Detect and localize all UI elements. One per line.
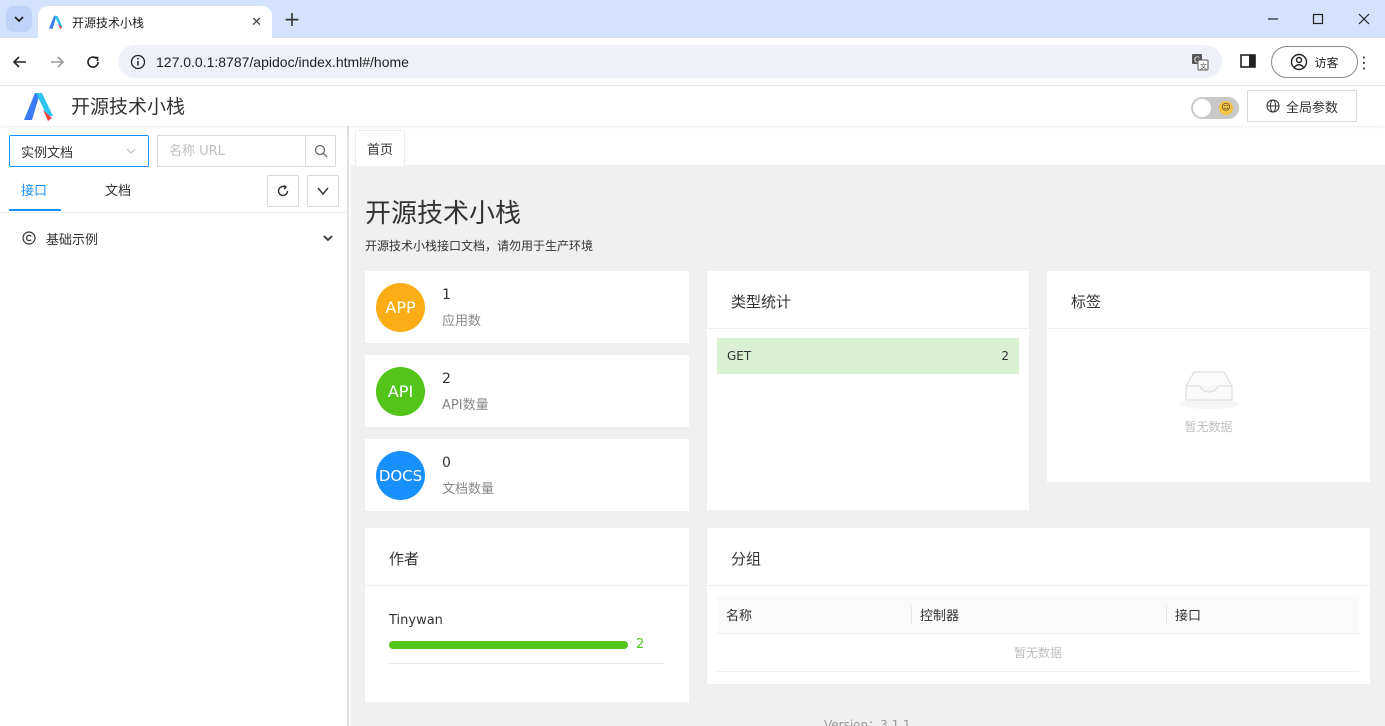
browser-tab-strip: 开源技术小栈 ✕ + — [0, 0, 1385, 38]
tab-divider — [0, 212, 347, 213]
stat-label: 应用数 — [442, 314, 482, 329]
search-input[interactable] — [158, 136, 305, 166]
chevron-down-icon — [14, 16, 24, 23]
author-count: 2 — [636, 637, 645, 652]
page-title: 开源技术小栈 — [365, 199, 522, 229]
url-text[interactable]: 127.0.0.1:8787/apidoc/index.html#/home — [156, 54, 1180, 70]
stat-label: 文档数量 — [442, 482, 495, 497]
doc-select[interactable]: 实例文档 — [9, 135, 149, 167]
tab-docs[interactable]: 文档 — [105, 180, 131, 199]
author-name: Tinywan — [389, 613, 443, 628]
column-header: 名称 — [726, 609, 753, 624]
stat-badge: API — [376, 367, 425, 416]
globe-icon — [1266, 99, 1280, 113]
method-count: 2 — [1001, 349, 1009, 363]
method-name: GET — [727, 349, 752, 363]
translate-icon[interactable]: G文 — [1190, 52, 1210, 72]
maximize-icon[interactable] — [1307, 8, 1329, 30]
profile-label: 访客 — [1314, 55, 1339, 70]
sidebar: 实例文档 接口 文档 基础示例 — [0, 126, 349, 726]
stat-badge: APP — [376, 283, 425, 332]
card-title: 作者 — [365, 528, 689, 586]
reload-icon — [277, 184, 289, 197]
stat-value: 0 — [442, 455, 451, 471]
table-empty-text: 暂无数据 — [717, 634, 1359, 672]
author-progress — [389, 641, 628, 649]
svg-text:文: 文 — [1200, 61, 1207, 70]
refresh-button[interactable] — [267, 175, 299, 207]
new-tab-button[interactable]: + — [280, 6, 304, 32]
close-window-icon[interactable] — [1353, 8, 1375, 30]
stat-value: 2 — [442, 371, 451, 387]
card-title: 标签 — [1047, 271, 1370, 329]
chevron-down-icon — [317, 187, 329, 196]
authors-card: 作者 Tinywan 2 — [365, 528, 689, 702]
stat-card-docs: DOCS 0 文档数量 — [365, 439, 689, 511]
app-header: 开源技术小栈 ☺ 全局参数 — [0, 86, 1385, 126]
empty-inbox-icon — [1178, 371, 1239, 409]
doc-select-value: 实例文档 — [21, 145, 74, 161]
main-content: 首页 开源技术小栈 开源技术小栈接口文档，请勿用于生产环境 APP 1 应用数 … — [351, 126, 1385, 726]
stat-card-api: API 2 API数量 — [365, 355, 689, 427]
browser-tab[interactable]: 开源技术小栈 ✕ — [38, 6, 272, 38]
page-description: 开源技术小栈接口文档，请勿用于生产环境 — [365, 239, 594, 253]
site-info-icon[interactable] — [130, 54, 146, 70]
theme-toggle[interactable]: ☺ — [1191, 97, 1239, 119]
empty-text: 暂无数据 — [1184, 420, 1233, 434]
global-params-button[interactable]: 全局参数 — [1247, 90, 1357, 122]
app-title: 开源技术小栈 — [71, 96, 186, 118]
column-header: 控制器 — [911, 596, 1166, 633]
search-button[interactable] — [305, 136, 335, 166]
stat-badge: DOCS — [376, 451, 425, 500]
smile-icon: ☺ — [1219, 101, 1233, 115]
empty-state: 暂无数据 — [1047, 366, 1370, 435]
more-menu-icon[interactable]: ⋮ — [1356, 52, 1372, 72]
api-search — [157, 135, 336, 167]
person-icon — [1291, 53, 1308, 71]
browser-tab-title: 开源技术小栈 — [72, 15, 145, 30]
active-tab-indicator — [9, 209, 61, 211]
stat-value: 1 — [442, 287, 451, 303]
minimize-icon[interactable] — [1262, 8, 1284, 30]
tree-group-label: 基础示例 — [46, 232, 99, 248]
stat-label: API数量 — [442, 398, 489, 413]
card-title: 分组 — [707, 528, 1370, 586]
version-text: Version：3.1.1 — [824, 718, 911, 726]
type-stats-card: 类型统计 GET 2 — [707, 271, 1029, 510]
groups-card: 分组 名称 控制器 接口 暂无数据 — [707, 528, 1370, 684]
method-row[interactable]: GET 2 — [717, 338, 1019, 374]
tree-group-item[interactable]: 基础示例 — [22, 228, 334, 248]
global-params-label: 全局参数 — [1285, 100, 1338, 116]
tab-home[interactable]: 首页 — [355, 130, 406, 166]
copyright-icon — [22, 231, 36, 245]
search-icon — [314, 144, 327, 158]
back-icon[interactable] — [8, 50, 32, 74]
tags-card: 标签 暂无数据 — [1047, 271, 1370, 482]
app-logo-icon — [24, 93, 53, 121]
site-favicon-icon — [48, 15, 63, 30]
card-title: 类型统计 — [707, 271, 1029, 329]
divider — [389, 663, 664, 664]
progress-fill — [389, 641, 628, 649]
page-tabs: 首页 — [351, 126, 1385, 166]
tab-search-button[interactable] — [6, 6, 32, 32]
column-header: 接口 — [1166, 596, 1359, 633]
tab-api[interactable]: 接口 — [21, 180, 47, 199]
close-tab-icon[interactable]: ✕ — [251, 15, 262, 30]
toggle-knob — [1193, 99, 1211, 117]
omnibox[interactable]: 127.0.0.1:8787/apidoc/index.html#/home G… — [118, 45, 1222, 78]
profile-button[interactable]: 访客 — [1271, 46, 1358, 78]
stat-card-app: APP 1 应用数 — [365, 271, 689, 343]
side-panel-icon[interactable] — [1239, 52, 1259, 72]
forward-icon[interactable] — [45, 50, 69, 74]
chevron-down-icon — [126, 148, 136, 154]
chevron-down-icon — [323, 235, 333, 242]
collapse-all-button[interactable] — [307, 175, 339, 207]
groups-table-header: 名称 控制器 接口 — [717, 596, 1359, 634]
address-toolbar: 127.0.0.1:8787/apidoc/index.html#/home G… — [0, 38, 1385, 86]
reload-icon[interactable] — [81, 50, 105, 74]
